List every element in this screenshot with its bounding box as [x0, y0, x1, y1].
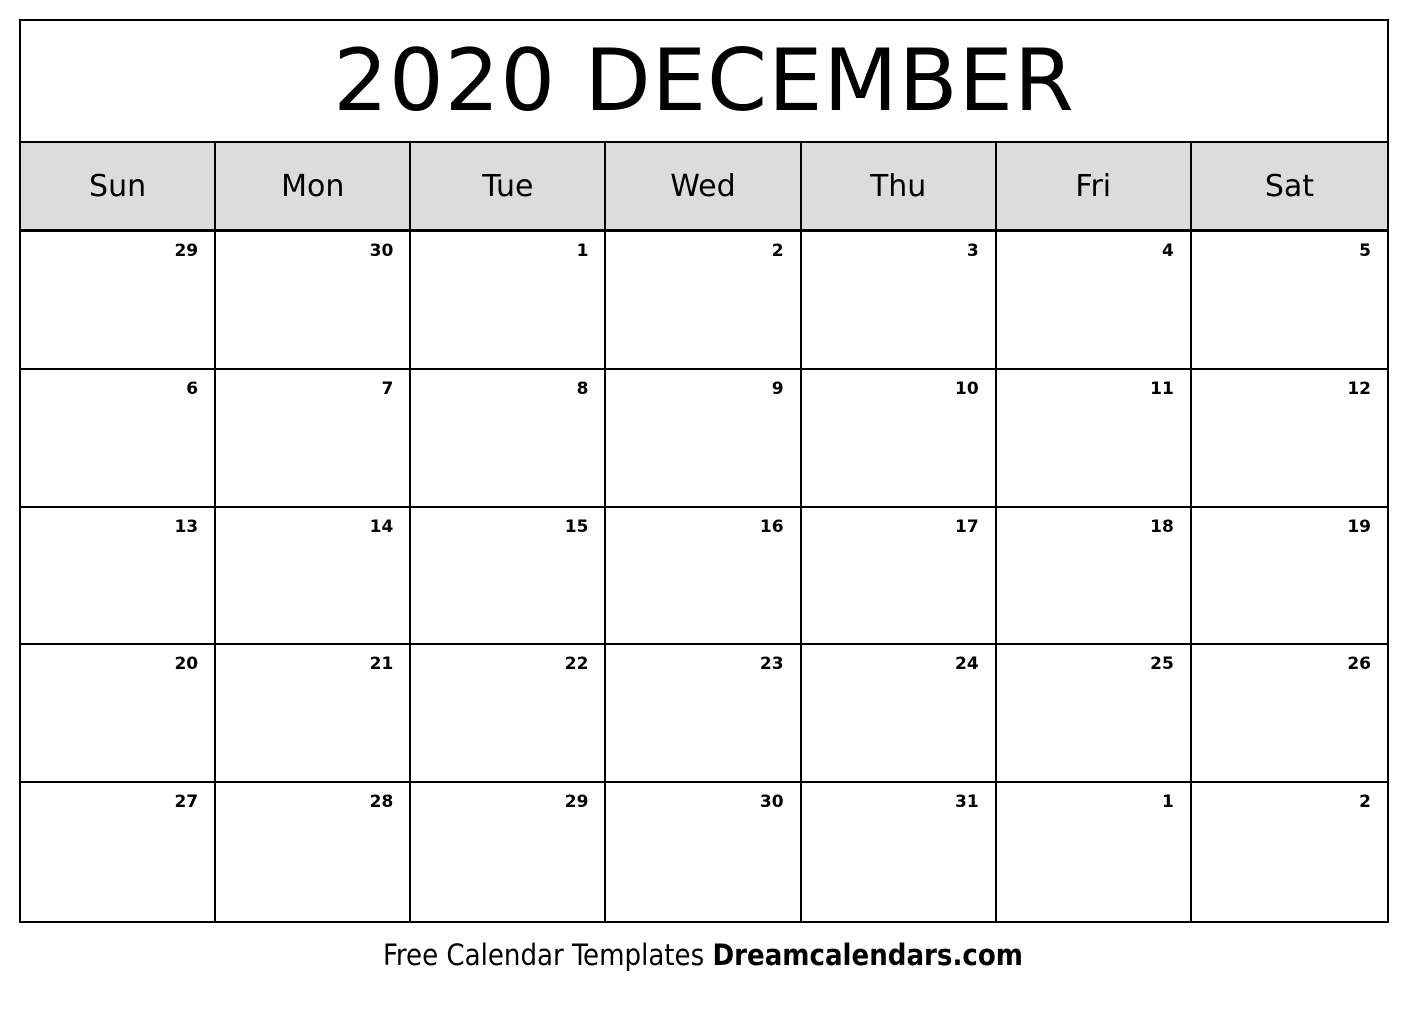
day-number: 7 [381, 378, 394, 399]
calendar-grid: Sun Mon Tue Wed Thu Fri Sat 29 30 1 2 3 4 5 6 7 8 9 10 11 12… [21, 143, 1387, 921]
day-number: 29 [564, 792, 589, 813]
day-cell[interactable]: 17 [801, 507, 997, 646]
day-cell[interactable]: 21 [216, 645, 412, 784]
day-cell[interactable]: 20 [21, 645, 217, 784]
day-number: 13 [174, 516, 199, 537]
day-cell[interactable]: 24 [801, 645, 997, 784]
day-number: 2 [771, 241, 784, 261]
day-cell[interactable]: 10 [801, 369, 997, 508]
day-number: 6 [186, 378, 199, 399]
day-number: 20 [174, 654, 199, 675]
day-cell[interactable]: 28 [216, 783, 412, 921]
day-cell[interactable]: 16 [606, 507, 802, 646]
weekday-header-tue: Tue [411, 143, 607, 232]
day-number: 8 [576, 378, 589, 399]
day-number: 30 [759, 792, 784, 813]
day-number: 16 [759, 516, 784, 537]
day-cell[interactable]: 14 [216, 507, 412, 646]
day-cell[interactable]: 31 [802, 783, 997, 921]
day-number: 2 [1359, 792, 1371, 813]
day-cell[interactable]: 30 [606, 783, 802, 921]
day-number: 4 [1162, 241, 1174, 261]
day-number: 24 [955, 654, 979, 675]
calendar: 2020 DECEMBER Sun Mon Tue Wed Thu Fri Sat 29 30 1… [19, 19, 1389, 923]
day-cell[interactable]: 1 [997, 783, 1192, 921]
day-number: 3 [966, 241, 979, 261]
footer-brand-link[interactable]: Dreamcalendars.com [712, 938, 1022, 972]
footer: Free Calendar Templates Dreamcalendars.c… [0, 938, 1406, 972]
weekday-header-wed: Wed [606, 143, 802, 232]
day-cell[interactable]: 27 [21, 783, 217, 921]
day-number: 30 [369, 241, 394, 261]
day-cell[interactable]: 9 [606, 369, 802, 508]
day-number: 1 [1162, 792, 1174, 813]
day-number: 9 [771, 378, 784, 399]
weekday-header-sat: Sat [1191, 143, 1387, 232]
day-cell[interactable]: 7 [216, 369, 412, 508]
day-number: 5 [1359, 241, 1371, 261]
day-number: 1 [576, 241, 589, 261]
day-cell[interactable]: 2 [1192, 783, 1387, 921]
weekday-header-sun: Sun [21, 143, 217, 232]
day-cell[interactable]: 19 [1191, 508, 1387, 646]
day-cell[interactable]: 6 [21, 369, 217, 508]
weekday-header-thu: Thu [801, 143, 997, 232]
day-number: 28 [369, 792, 394, 813]
day-number: 19 [1347, 516, 1371, 537]
day-number: 17 [955, 516, 979, 537]
day-cell[interactable]: 18 [996, 507, 1192, 646]
day-number: 18 [1150, 516, 1174, 537]
day-cell[interactable]: 29 [21, 232, 217, 370]
calendar-title: 2020 DECEMBER [21, 21, 1387, 143]
day-number: 12 [1347, 378, 1371, 399]
day-number: 15 [564, 516, 589, 537]
day-number: 21 [369, 654, 394, 675]
day-cell[interactable]: 13 [21, 507, 217, 646]
day-number: 25 [1150, 654, 1174, 675]
day-number: 10 [955, 378, 979, 399]
day-cell[interactable]: 25 [996, 645, 1192, 784]
day-number: 31 [955, 792, 979, 813]
day-cell[interactable]: 23 [606, 645, 802, 784]
day-cell[interactable]: 5 [1191, 232, 1387, 370]
day-cell[interactable]: 8 [411, 369, 607, 508]
day-cell[interactable]: 29 [411, 783, 607, 921]
day-number: 29 [174, 241, 199, 261]
day-cell[interactable]: 22 [411, 645, 607, 784]
day-number: 23 [759, 654, 784, 675]
day-number: 14 [369, 516, 394, 537]
day-cell[interactable]: 3 [801, 232, 997, 370]
day-number: 11 [1150, 378, 1174, 399]
day-cell[interactable]: 30 [216, 232, 412, 370]
day-cell[interactable]: 4 [996, 232, 1192, 370]
footer-text: Free Calendar Templates [383, 938, 713, 972]
day-number: 26 [1347, 654, 1371, 675]
day-cell[interactable]: 11 [996, 369, 1192, 508]
day-cell[interactable]: 15 [411, 507, 607, 646]
day-cell[interactable]: 1 [411, 232, 607, 370]
day-number: 27 [174, 792, 199, 813]
weekday-header-fri: Fri [996, 143, 1192, 232]
weekday-header-mon: Mon [216, 143, 412, 232]
day-number: 22 [564, 654, 589, 675]
day-cell[interactable]: 2 [606, 232, 802, 370]
day-cell[interactable]: 26 [1191, 645, 1387, 784]
day-cell[interactable]: 12 [1191, 370, 1387, 508]
